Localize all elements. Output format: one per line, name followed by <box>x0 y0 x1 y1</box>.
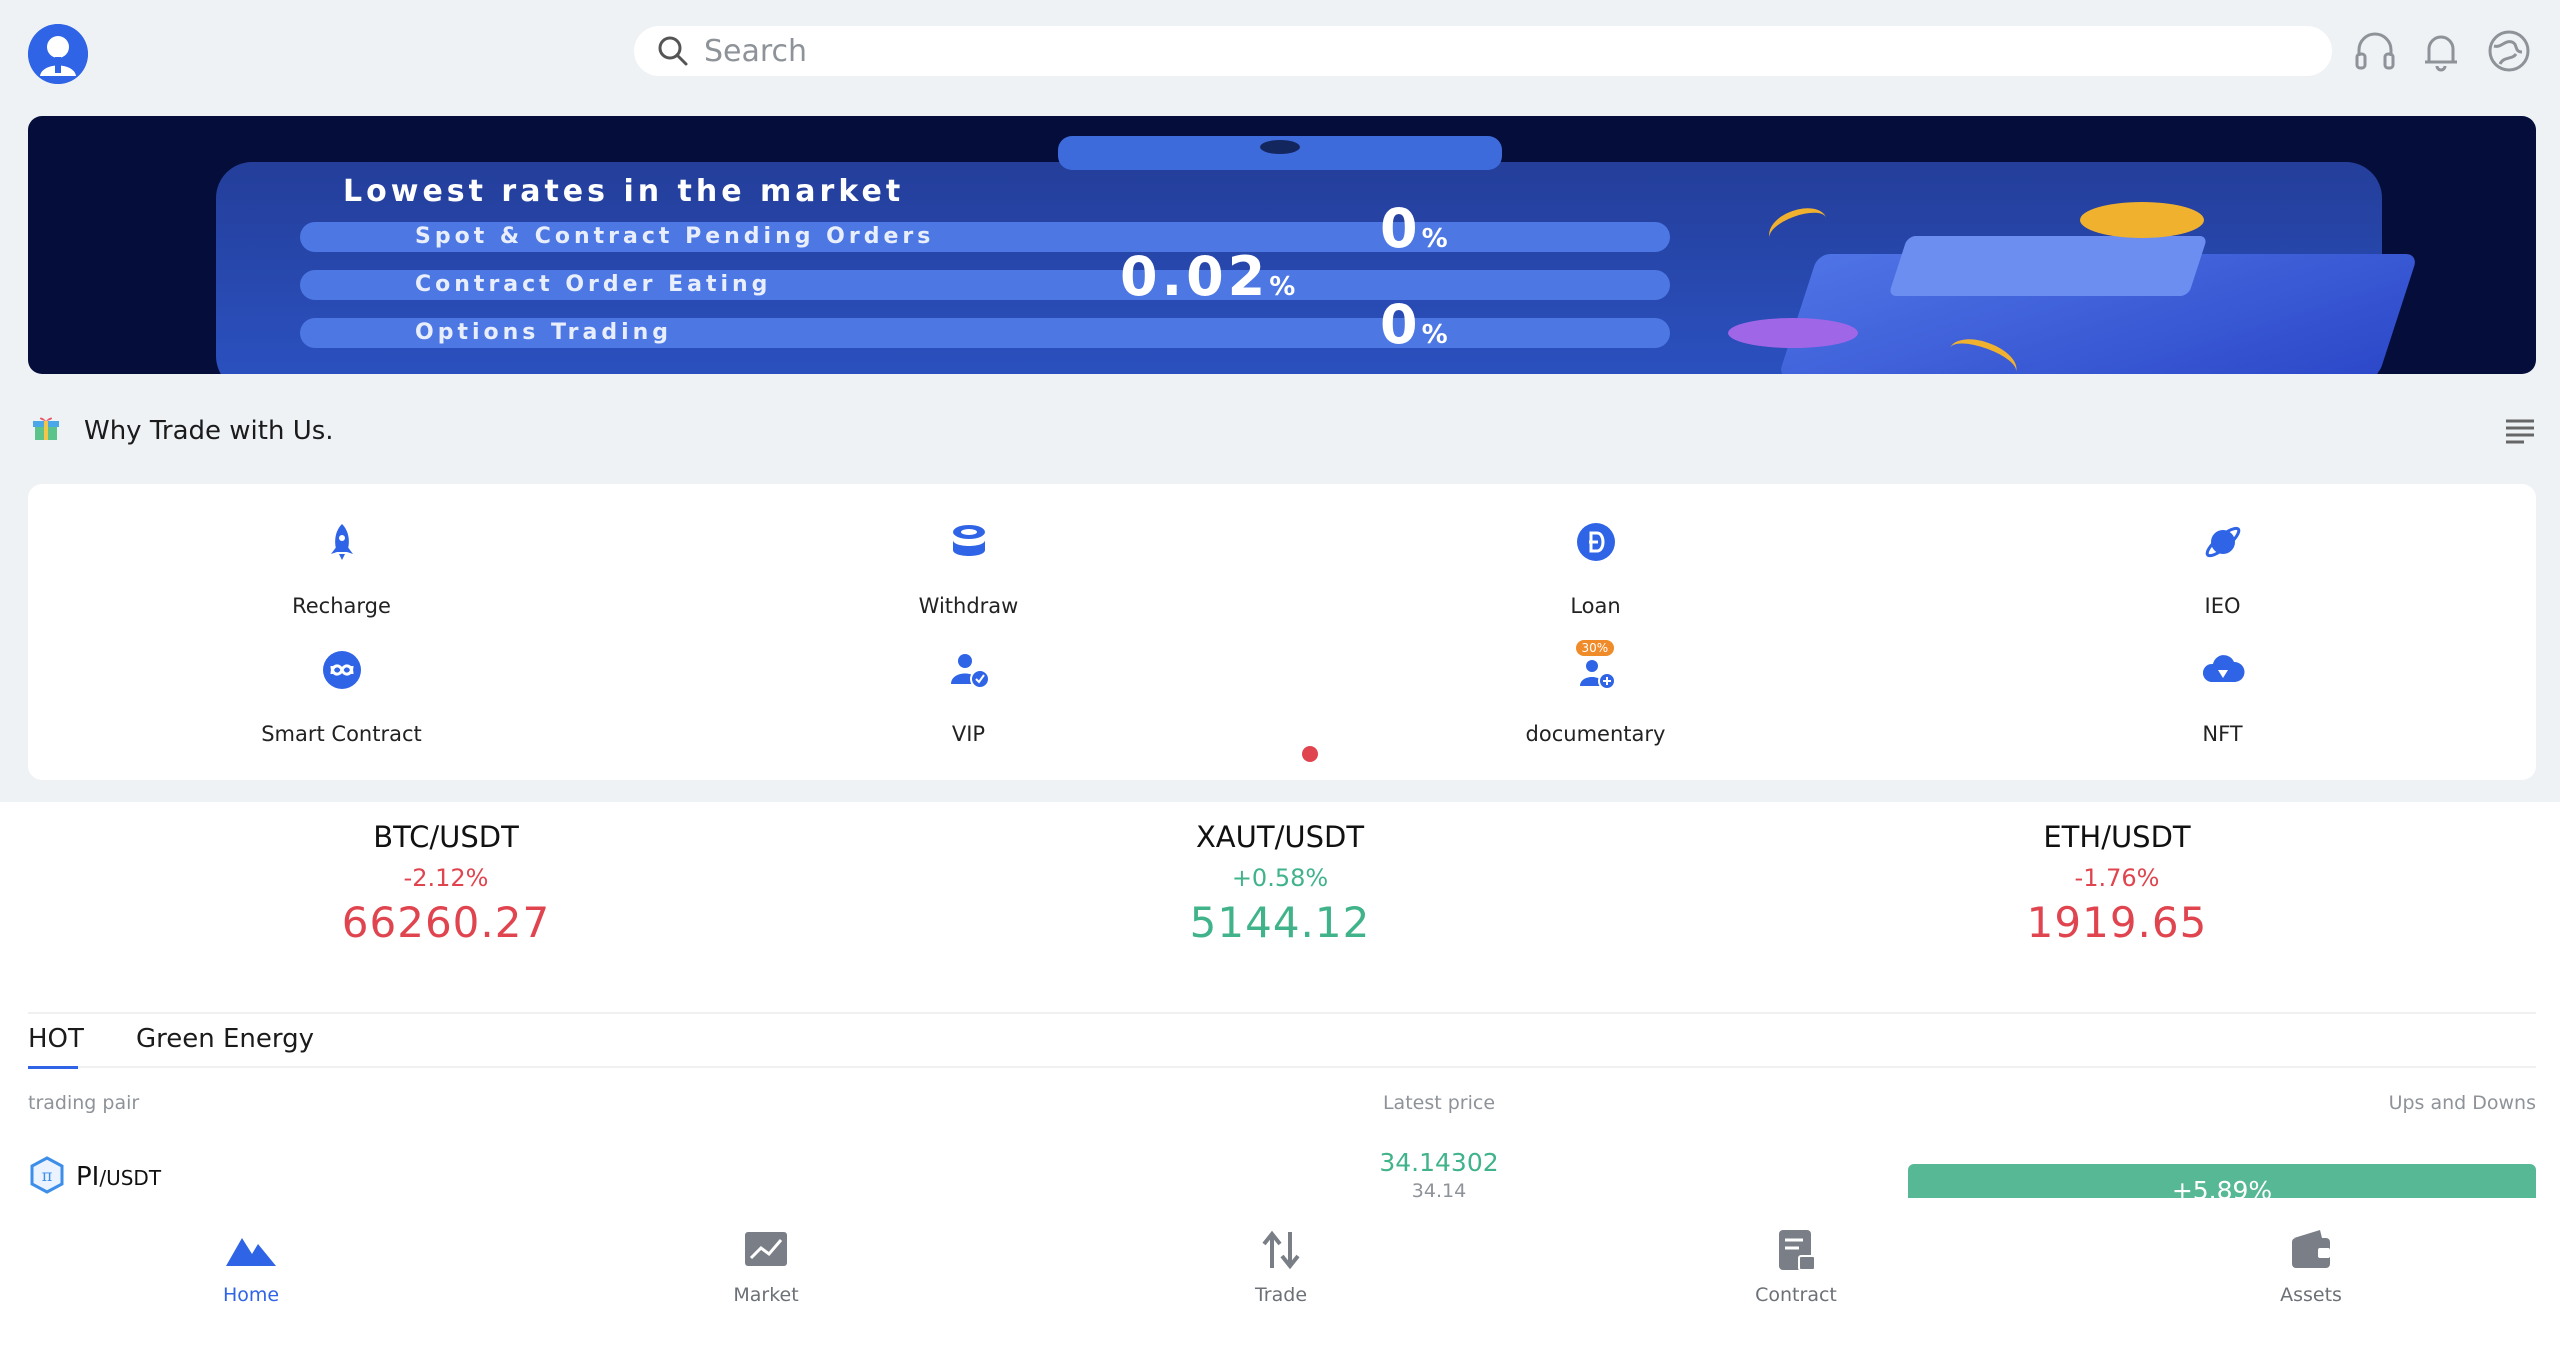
ticker-pair: ETH/USDT <box>2043 820 2191 854</box>
feature-label: Withdraw <box>918 594 1019 618</box>
feature-label: documentary <box>1525 722 1666 746</box>
banner-row-label: Contract Order Eating <box>415 272 772 297</box>
cloud-diamond-icon <box>2202 655 2245 682</box>
ticker-btc[interactable]: BTC/USDT -2.12% 66260.27 <box>146 820 746 947</box>
coins-icon <box>952 525 985 556</box>
svg-text:π: π <box>42 1166 53 1185</box>
ticker-price: 5144.12 <box>1189 898 1371 947</box>
purple-coin-icon <box>1728 318 1858 348</box>
divider <box>28 1066 2536 1068</box>
why-trade-title: Why Trade with Us. <box>84 416 334 446</box>
nav-label: Trade <box>1254 1284 1308 1306</box>
feature-nft[interactable]: NFT <box>1909 634 2536 746</box>
pair-name: PI/USDT <box>76 1162 162 1192</box>
avatar-icon[interactable] <box>28 24 88 84</box>
nav-label: Contract <box>1755 1284 1837 1306</box>
tab-green-energy[interactable]: Green Energy <box>136 1024 314 1054</box>
banner-row-label: Options Trading <box>415 320 673 345</box>
search-icon <box>658 36 688 66</box>
why-trade-header: Why Trade with Us. <box>28 404 2536 456</box>
bell-icon[interactable] <box>2416 26 2466 76</box>
nav-contract[interactable]: Contract <box>1646 1228 1946 1306</box>
feature-label: Loan <box>1570 594 1621 618</box>
nav-home[interactable]: Home <box>101 1228 401 1306</box>
ticker-pair: XAUT/USDT <box>1195 820 1365 854</box>
carousel-indicator-dot[interactable] <box>1302 746 1318 762</box>
banner-title: Lowest rates in the market <box>343 174 905 209</box>
ticker-pair: BTC/USDT <box>373 820 519 854</box>
home-icon <box>226 1238 276 1266</box>
wallet-icon <box>2292 1230 2330 1268</box>
feature-label: Recharge <box>292 594 391 618</box>
ticker-change: +0.58% <box>1231 864 1329 892</box>
feature-label: NFT <box>2202 722 2243 746</box>
feature-grid: Recharge Withdraw Loan IEO Smart Contrac… <box>28 484 2536 780</box>
ticker-xaut[interactable]: XAUT/USDT +0.58% 5144.12 <box>980 820 1580 947</box>
trade-arrows-icon <box>1262 1230 1300 1270</box>
nav-trade[interactable]: Trade <box>1131 1228 1431 1306</box>
feature-recharge[interactable]: Recharge <box>28 506 655 618</box>
bottom-navigation: Home Market Trade Contract Assets <box>0 1198 2560 1369</box>
gift-icon <box>33 417 59 440</box>
ticker-eth[interactable]: ETH/USDT -1.76% 1919.65 <box>1817 820 2417 947</box>
pi-coin-icon: π <box>30 1156 64 1194</box>
ticker-change: -2.12% <box>403 864 489 892</box>
divider <box>28 1012 2536 1014</box>
tab-hot[interactable]: HOT <box>28 1024 84 1054</box>
banner-clip-hole <box>1260 140 1300 154</box>
banner-row-value: 0% <box>1380 197 1448 260</box>
ticker-price: 1919.65 <box>2026 898 2208 947</box>
contract-doc-icon <box>1779 1230 1816 1271</box>
vip-user-icon <box>950 654 990 689</box>
feature-documentary[interactable]: 30% documentary <box>1282 634 1909 746</box>
feature-label: Smart Contract <box>261 722 422 746</box>
search-bar[interactable] <box>634 26 2332 76</box>
banner-row: Spot & Contract Pending Orders 0% <box>300 202 1670 256</box>
nav-label: Assets <box>2280 1284 2342 1306</box>
nav-label: Market <box>733 1284 799 1306</box>
top-header <box>0 0 2560 108</box>
banner-row-value: 0% <box>1380 293 1448 356</box>
market-chart-icon <box>745 1232 787 1266</box>
rocket-icon <box>330 524 353 560</box>
ticker-price: 66260.27 <box>341 898 551 947</box>
feature-label: IEO <box>2204 594 2241 618</box>
feature-vip[interactable]: VIP <box>655 634 1282 746</box>
column-header-change: Ups and Downs <box>2388 1092 2536 1114</box>
active-tab-indicator <box>28 1066 78 1069</box>
feature-label: VIP <box>951 722 986 746</box>
menu-list-icon[interactable] <box>2504 416 2536 444</box>
column-header-price: Latest price <box>1382 1092 1496 1114</box>
banner-row-label: Spot & Contract Pending Orders <box>415 224 935 249</box>
banner-illustration-lid <box>1888 236 2208 296</box>
nav-market[interactable]: Market <box>616 1228 916 1306</box>
latest-price: 34.14302 <box>1379 1148 1499 1177</box>
discount-badge: 30% <box>1575 640 1615 656</box>
banner-row: Options Trading 0% <box>300 298 1670 352</box>
feature-loan[interactable]: Loan <box>1282 506 1909 618</box>
feature-ieo[interactable]: IEO <box>1909 506 2536 618</box>
headset-icon[interactable] <box>2350 26 2400 76</box>
promo-banner[interactable]: Lowest rates in the market Spot & Contra… <box>28 116 2536 374</box>
dogecoin-icon <box>1576 523 1615 561</box>
feature-withdraw[interactable]: Withdraw <box>655 506 1282 618</box>
search-input[interactable] <box>702 32 2206 70</box>
smart-contract-icon <box>322 651 361 689</box>
nav-assets[interactable]: Assets <box>2161 1228 2461 1306</box>
ticker-change: -1.76% <box>2074 864 2160 892</box>
bitcoin-coin-icon <box>2080 202 2204 238</box>
banner-row: Contract Order Eating 0.02% <box>300 250 1670 304</box>
nav-label: Home <box>222 1284 280 1306</box>
planet-icon <box>2205 526 2240 558</box>
column-header-pair: trading pair <box>28 1092 140 1114</box>
feature-smart-contract[interactable]: Smart Contract <box>28 634 655 746</box>
globe-icon[interactable] <box>2484 26 2534 76</box>
banner-row-value: 0.02% <box>1120 245 1296 308</box>
